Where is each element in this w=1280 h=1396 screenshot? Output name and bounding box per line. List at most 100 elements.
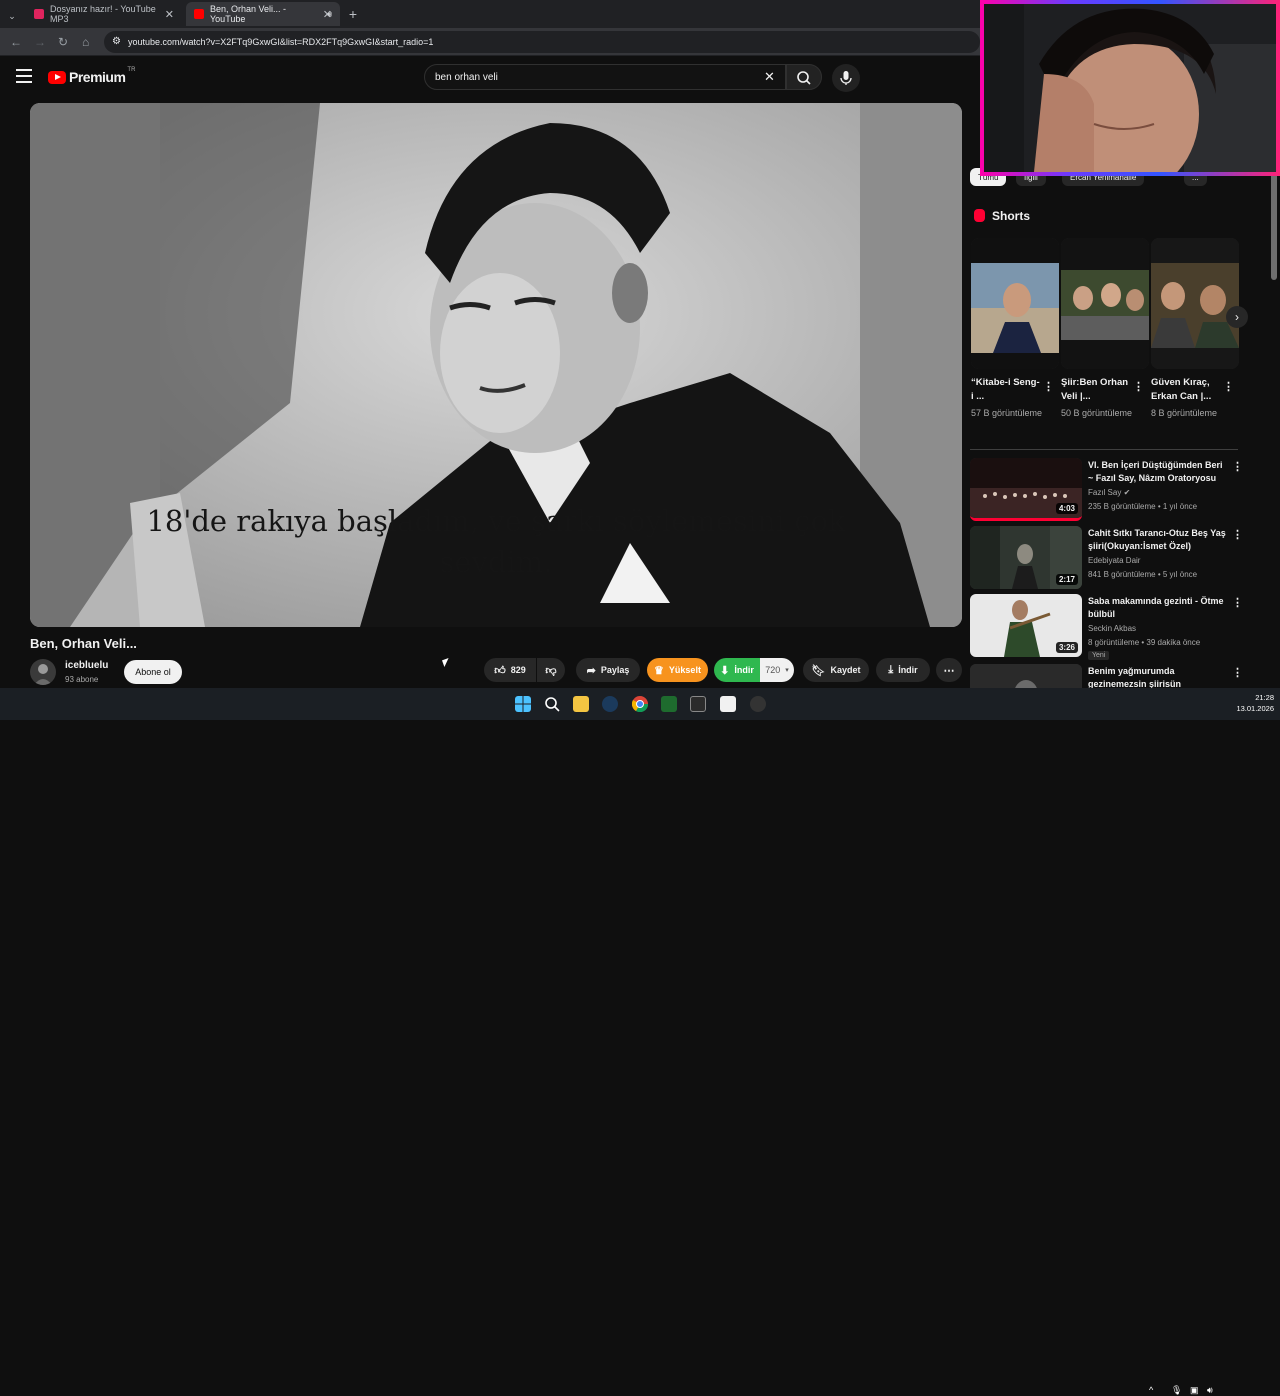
network-icon[interactable]: ▣: [1190, 1385, 1199, 1396]
chevron-up-icon[interactable]: ^: [1149, 1385, 1153, 1395]
windows-start-icon[interactable]: [515, 696, 531, 712]
chrome-icon[interactable]: [632, 696, 648, 712]
favicon-icon: [34, 9, 44, 19]
more-vertical-icon[interactable]: ⋮: [1043, 380, 1054, 393]
channel-name[interactable]: Edebiyata Dair: [1088, 556, 1140, 565]
windows-taskbar: ^ 🎙︎ ▣ 🔊︎: [0, 688, 1280, 1395]
recommendation-item[interactable]: 2:17 Cahit Sıtkı Tarancı-Otuz Beş Yaş şi…: [970, 526, 1243, 590]
youtube-premium-logo[interactable]: Premium TR: [48, 67, 135, 85]
video-subtitle: 18'de rakıya başladım, ve şarkı söylemes…: [90, 501, 902, 583]
short-title[interactable]: Şiir:Ben Orhan Veli |...: [1061, 376, 1131, 404]
short-thumbnail: [1061, 238, 1149, 369]
address-bar[interactable]: ⚙ youtube.com/watch?v=X2FTq9GxwGI&list=R…: [104, 31, 980, 53]
video-meta: 841 B görüntüleme • 5 yıl önce: [1088, 570, 1198, 579]
voice-search-button[interactable]: [832, 64, 860, 92]
video-meta: 235 B görüntüleme • 1 yıl önce: [1088, 502, 1198, 511]
video-title[interactable]: Saba makamında gezinti - Ötme bülbül: [1088, 595, 1226, 621]
more-vertical-icon[interactable]: ⋮: [1223, 380, 1234, 393]
more-vertical-icon[interactable]: ⋮: [1232, 596, 1243, 609]
tab-label: Dosyanız hazır! - YouTube MP3: [50, 4, 156, 24]
video-title: Ben, Orhan Veli...: [30, 636, 137, 651]
more-vertical-icon[interactable]: ⋮: [1232, 460, 1243, 473]
recommendation-item[interactable]: 3:26 Saba makamında gezinti - Ötme bülbü…: [970, 594, 1243, 660]
close-tab-icon[interactable]: ✕: [165, 8, 174, 21]
file-explorer-icon[interactable]: [573, 696, 589, 712]
channel-name[interactable]: Seckin Akbas: [1088, 624, 1136, 633]
save-button[interactable]: 🔖︎ Kaydet: [803, 658, 869, 682]
webcam-image: [984, 4, 1276, 172]
share-icon: ➦: [586, 664, 596, 677]
tab-youtube-video[interactable]: Ben, Orhan Veli... - YouTube 🔊︎ ✕: [186, 2, 340, 26]
webcam-overlay: [980, 0, 1280, 176]
short-title[interactable]: “Kitabe-i Seng-i ...: [971, 376, 1041, 404]
short-title[interactable]: Güven Kıraç, Erkan Can |...: [1151, 376, 1221, 404]
subscribe-button[interactable]: Abone ol: [124, 660, 182, 684]
video-duration: 4:03: [1055, 503, 1078, 514]
channel-name[interactable]: Fazıl Say ✔: [1088, 488, 1130, 497]
boost-label: Yükselt: [668, 665, 701, 675]
volume-icon[interactable]: 🔊︎: [1207, 1385, 1213, 1396]
avatar-image: [34, 664, 52, 685]
shorts-heading: Shorts: [992, 209, 1031, 223]
short-views: 57 B görüntüleme: [971, 408, 1043, 418]
chevron-down-icon: ▾: [785, 667, 789, 674]
search-button[interactable]: [786, 64, 822, 90]
taskbar-clock[interactable]: 21:28 13.01.2026: [1222, 692, 1274, 714]
youtube-favicon-icon: [194, 9, 204, 19]
share-button[interactable]: ➦ Paylaş: [576, 658, 640, 682]
video-title[interactable]: VI. Ben İçeri Düştüğümden Beri ~ Fazıl S…: [1088, 459, 1226, 485]
quality-select[interactable]: 720 ▾: [760, 658, 794, 682]
site-info-icon[interactable]: ⚙: [112, 36, 121, 47]
reload-icon[interactable]: ↻: [58, 35, 68, 49]
microphone-icon[interactable]: 🎙︎: [1171, 1385, 1182, 1396]
steam-icon[interactable]: [602, 696, 618, 712]
obs-icon[interactable]: [750, 696, 766, 712]
new-tab-button[interactable]: +: [342, 2, 364, 26]
url-text: youtube.com/watch?v=X2FTq9GxwGI&list=RDX…: [128, 37, 434, 47]
like-count: 829: [510, 665, 526, 675]
search-input[interactable]: ben orhan veli: [424, 64, 786, 90]
download-icon: ⤓: [888, 663, 894, 676]
more-actions-button[interactable]: ⋯: [936, 658, 962, 682]
tab-label: Ben, Orhan Veli... - YouTube: [210, 4, 287, 24]
video-duration: 2:17: [1055, 574, 1078, 585]
forward-icon[interactable]: →: [34, 35, 46, 49]
short-card[interactable]: [971, 238, 1059, 369]
menu-icon[interactable]: [16, 69, 32, 83]
short-card[interactable]: [1061, 238, 1149, 369]
more-vertical-icon[interactable]: ⋮: [1232, 528, 1243, 541]
shorts-icon: [974, 209, 985, 222]
more-vertical-icon[interactable]: ⋮: [1232, 666, 1240, 679]
video-title[interactable]: Benim yağmurumda gezinemezsin şiirisün: [1088, 665, 1226, 688]
short-thumbnail: [971, 238, 1059, 369]
download-button[interactable]: ⤓ İndir: [876, 658, 930, 682]
back-icon[interactable]: ←: [10, 35, 22, 49]
close-tab-icon[interactable]: ✕: [323, 8, 332, 21]
search-icon[interactable]: [544, 696, 560, 712]
channel-avatar[interactable]: [30, 659, 56, 685]
short-card[interactable]: [1151, 238, 1239, 369]
logo-text: Premium: [69, 69, 126, 85]
tab-search-button[interactable]: ⌄: [0, 4, 24, 28]
epic-games-icon[interactable]: [690, 696, 706, 712]
more-vertical-icon[interactable]: ⋮: [1133, 380, 1144, 393]
like-button[interactable]: 👍︎ 829: [484, 658, 536, 682]
recommendation-item[interactable]: 4:03 VI. Ben İçeri Düştüğümden Beri ~ Fa…: [970, 458, 1243, 522]
app-icon[interactable]: [661, 696, 677, 712]
short-views: 8 B görüntüleme: [1151, 408, 1218, 418]
channel-name[interactable]: icebluelu: [65, 660, 108, 671]
extension-download-button[interactable]: ⬇ İndir: [714, 658, 760, 682]
video-title[interactable]: Cahit Sıtkı Tarancı-Otuz Beş Yaş şiiri(O…: [1088, 527, 1226, 553]
channel-label: Fazıl Say: [1088, 488, 1122, 497]
capcut-icon[interactable]: [720, 696, 736, 712]
shorts-next-button[interactable]: ›: [1226, 306, 1248, 328]
boost-button[interactable]: ♛ Yükselt: [647, 658, 708, 682]
recommendation-item[interactable]: Benim yağmurumda gezinemezsin şiirisün ⋮: [970, 664, 1240, 688]
search-icon: [797, 71, 811, 85]
extension-download-label: İndir: [734, 665, 754, 675]
video-player[interactable]: 18'de rakıya başladım, ve şarkı söylemes…: [30, 103, 962, 627]
tab-youtube-mp3[interactable]: Dosyanız hazır! - YouTube MP3 ✕: [26, 2, 182, 26]
clear-search-icon[interactable]: ✕: [764, 69, 775, 85]
dislike-button[interactable]: 👎︎: [537, 658, 565, 682]
home-icon[interactable]: ⌂: [82, 35, 89, 49]
